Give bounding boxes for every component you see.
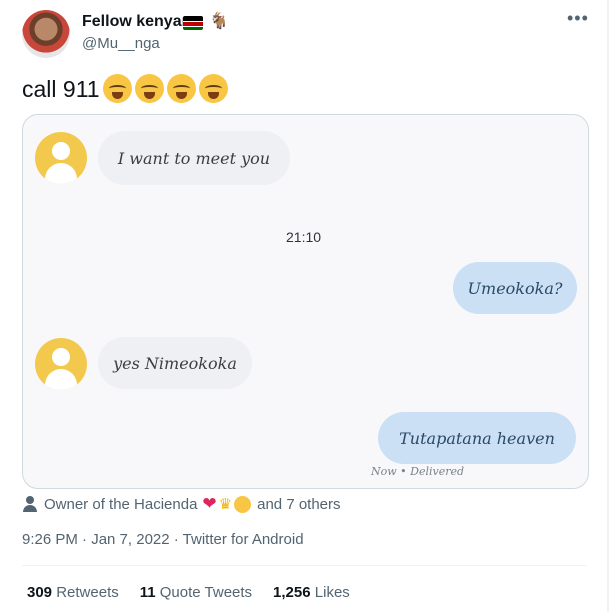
- retweets-label: Retweets: [56, 584, 119, 601]
- quote-tweets-count: 11: [139, 584, 156, 601]
- crown-icon: ♛: [218, 496, 233, 513]
- retweets-count: 309: [27, 584, 53, 601]
- crying-face-icon: [198, 74, 228, 103]
- tweet-body: call 911: [22, 76, 100, 102]
- laughing-face-icon: [234, 495, 252, 513]
- heart-icon: ❤: [202, 494, 217, 513]
- social-context-label: Owner of the Hacienda: [44, 495, 198, 513]
- contact-avatar-icon: [35, 132, 87, 184]
- likes-stat[interactable]: 1,256 Likes: [273, 584, 350, 601]
- likes-label: Likes: [314, 584, 350, 601]
- person-icon: [22, 496, 38, 512]
- chat-bubble-incoming: I want to meet you: [98, 131, 290, 185]
- social-context-others: and 7 others: [257, 495, 341, 513]
- divider: [22, 565, 587, 566]
- tweet-timestamp[interactable]: 9:26 PM · Jan 7, 2022 · Twitter for Andr…: [22, 531, 304, 548]
- avatar[interactable]: [22, 10, 70, 58]
- crying-face-icon: [102, 74, 132, 103]
- kenya-flag-icon: [183, 16, 203, 30]
- more-options-icon[interactable]: •••: [567, 8, 589, 29]
- quote-tweets-label: Quote Tweets: [159, 584, 253, 601]
- crying-face-icon: [166, 74, 196, 103]
- crying-face-icon: [134, 74, 164, 103]
- chat-time: 21:10: [286, 229, 322, 245]
- author-name[interactable]: Fellow kenyan: [82, 13, 191, 31]
- chat-bubble-incoming: yes Nimeokoka: [98, 337, 252, 389]
- tweet-stats: 309 Retweets 11 Quote Tweets 1,256 Likes: [27, 584, 350, 601]
- social-context[interactable]: Owner of the Hacienda ❤ ♛ and 7 others: [22, 494, 341, 514]
- author-handle[interactable]: @Mu__nga: [82, 35, 160, 52]
- goat-icon: 🐐: [209, 13, 229, 30]
- tweet-text: call 911: [22, 74, 228, 103]
- quote-tweets-stat[interactable]: 11 Quote Tweets: [140, 584, 252, 601]
- delivery-status: Now • Delivered: [371, 465, 465, 478]
- chat-bubble-outgoing: Tutapatana heaven: [378, 412, 576, 464]
- retweets-stat[interactable]: 309 Retweets: [27, 584, 119, 601]
- chat-bubble-outgoing: Umeokoka?: [453, 262, 577, 314]
- likes-count: 1,256: [273, 584, 311, 601]
- contact-avatar-icon: [35, 338, 87, 390]
- tweet-media-image[interactable]: I want to meet you 21:10 Umeokoka? yes N…: [22, 114, 589, 489]
